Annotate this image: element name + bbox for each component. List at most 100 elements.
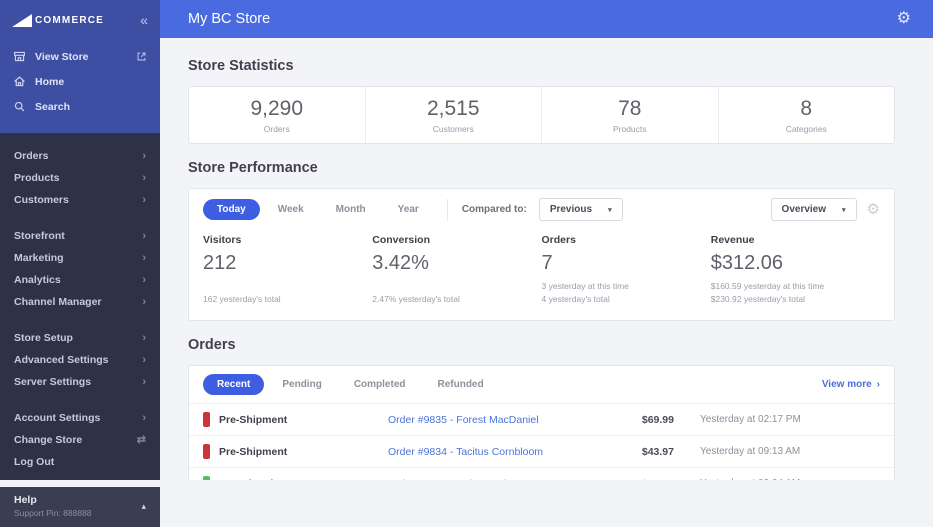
stat-categories: 8 Categories — [719, 87, 895, 143]
sidebar: COMMERCE « View Store Home Search Orders… — [0, 0, 160, 527]
sidebar-item-server-settings[interactable]: Server Settings › — [0, 371, 160, 393]
tab-refunded[interactable]: Refunded — [423, 374, 497, 395]
metric-conversion: Conversion 3.42% 2.47% yesterday's total — [372, 234, 541, 306]
sidebar-item-storefront[interactable]: Storefront › — [0, 225, 160, 247]
order-status: Pre-Shipment — [219, 413, 288, 426]
stat-label: Categories — [785, 123, 827, 134]
sidebar-collapse-icon[interactable]: « — [140, 13, 148, 27]
chevron-right-icon: › — [142, 331, 146, 344]
sidebar-item-label: Change Store — [14, 434, 83, 446]
bigcommerce-sail-icon — [12, 13, 32, 27]
sidebar-item-analytics[interactable]: Analytics › — [0, 269, 160, 291]
sidebar-item-store-setup[interactable]: Store Setup › — [0, 327, 160, 349]
sidebar-item-label: View Store — [35, 50, 89, 63]
orders-card: Recent Pending Completed Refunded View m… — [188, 365, 895, 480]
chevron-right-icon: › — [142, 171, 146, 184]
sidebar-item-marketing[interactable]: Marketing › — [0, 247, 160, 269]
sidebar-item-channel-manager[interactable]: Channel Manager › — [0, 291, 160, 313]
metric-value: 3.42% — [372, 252, 429, 274]
chevron-right-icon: › — [142, 149, 146, 162]
sidebar-item-label: Search — [35, 100, 71, 113]
metric-label: Visitors — [203, 234, 242, 246]
stat-orders: 9,290 Orders — [189, 87, 366, 143]
store-statistics-card: 9,290 Orders 2,515 Customers 78 Products… — [188, 86, 895, 144]
order-amount: $43.97 — [641, 445, 674, 458]
stat-value: 8 — [800, 96, 813, 120]
store-statistics-heading: Store Statistics — [188, 58, 294, 74]
chevron-right-icon: › — [142, 273, 146, 286]
performance-gear-icon[interactable]: ⚙ — [867, 202, 880, 217]
settings-gear-icon[interactable]: ⚙ — [897, 11, 911, 27]
stat-label: Customers — [432, 123, 474, 134]
order-row: Completed Order #9833 - Robert Robertson… — [189, 468, 894, 480]
sidebar-item-customers[interactable]: Customers › — [0, 189, 160, 211]
sidebar-item-label: Products — [14, 172, 60, 184]
status-badge — [203, 476, 210, 480]
overview-select[interactable]: Overview ▾ — [770, 198, 857, 221]
stat-value: 9,290 — [250, 96, 304, 120]
sidebar-item-label: Orders — [14, 150, 49, 162]
view-more-label: View more — [821, 379, 872, 390]
storefront-icon — [13, 50, 26, 63]
metric-visitors: Visitors 212 162 yesterday's total — [203, 234, 372, 306]
sidebar-item-label: Home — [35, 75, 65, 88]
tab-month[interactable]: Month — [322, 199, 380, 220]
metric-label: Conversion — [372, 234, 431, 246]
order-link[interactable]: Order #9834 - Tacitus Cornbloom — [388, 446, 604, 458]
compared-to-select[interactable]: Previous ▾ — [538, 198, 623, 221]
chevron-right-icon: › — [142, 411, 146, 424]
orders-heading: Orders — [188, 337, 236, 353]
store-performance-heading: Store Performance — [188, 160, 318, 176]
compared-to-label: Compared to: — [461, 204, 527, 215]
stat-value: 78 — [618, 96, 642, 120]
metric-subtext: $230.92 yesterday's total — [710, 293, 805, 304]
metric-value: 212 — [203, 252, 237, 274]
sidebar-item-products[interactable]: Products › — [0, 167, 160, 189]
caret-down-icon: ▾ — [842, 206, 846, 214]
tab-year[interactable]: Year — [384, 199, 433, 220]
order-time: Yesterday at 09:13 AM — [700, 446, 801, 457]
chevron-right-icon: › — [142, 251, 146, 264]
chevron-right-icon: › — [876, 379, 880, 390]
tab-today[interactable]: Today — [203, 199, 260, 220]
tab-recent[interactable]: Recent — [203, 374, 265, 395]
home-icon — [13, 75, 26, 88]
sidebar-item-account-settings[interactable]: Account Settings › — [0, 407, 160, 429]
search-icon — [13, 100, 26, 113]
order-amount: $69.99 — [641, 413, 674, 426]
main-area: My BC Store ⚙ Store Statistics 9,290 Ord… — [160, 0, 933, 480]
tab-completed[interactable]: Completed — [340, 374, 420, 395]
performance-metrics: Visitors 212 162 yesterday's total Conve… — [189, 230, 894, 320]
sidebar-item-log-out[interactable]: Log Out — [0, 451, 160, 473]
sidebar-item-orders[interactable]: Orders › — [0, 145, 160, 167]
compared-to-value: Previous — [549, 204, 593, 215]
sidebar-item-advanced-settings[interactable]: Advanced Settings › — [0, 349, 160, 371]
help-label: Help — [14, 494, 37, 506]
order-status: Pre-Shipment — [219, 445, 288, 458]
swap-icon: ⇄ — [136, 433, 146, 446]
bigcommerce-logo: COMMERCE — [12, 13, 105, 27]
sidebar-item-home[interactable]: Home — [0, 69, 160, 94]
metric-orders: Orders 7 3 yesterday at this time 4 yest… — [542, 234, 711, 306]
orders-toolbar: Recent Pending Completed Refunded View m… — [189, 366, 894, 404]
sidebar-item-view-store[interactable]: View Store — [0, 44, 160, 69]
sidebar-menu: Orders › Products › Customers › Storefro… — [0, 133, 160, 487]
stat-label: Products — [612, 123, 647, 134]
sidebar-help[interactable]: Help Support Pin: 888888 ▴ — [0, 487, 160, 527]
tab-pending[interactable]: Pending — [268, 374, 335, 395]
status-badge — [203, 444, 210, 459]
sidebar-item-label: Log Out — [14, 456, 55, 468]
tab-week[interactable]: Week — [264, 199, 318, 220]
sidebar-item-search[interactable]: Search — [0, 94, 160, 119]
sidebar-item-change-store[interactable]: Change Store ⇄ — [0, 429, 160, 451]
sidebar-item-label: Server Settings — [14, 376, 92, 388]
logo-text: COMMERCE — [35, 14, 105, 26]
stat-customers: 2,515 Customers — [366, 87, 542, 143]
sidebar-item-label: Channel Manager — [14, 296, 102, 308]
order-link[interactable]: Order #9835 - Forest MacDaniel — [388, 414, 604, 426]
chevron-right-icon: › — [142, 375, 146, 388]
support-pin: Support Pin: 888888 — [14, 508, 92, 518]
metric-subtext: 4 yesterday's total — [541, 293, 610, 304]
caret-up-icon: ▴ — [141, 500, 146, 511]
view-more-link[interactable]: View more › — [822, 379, 880, 390]
